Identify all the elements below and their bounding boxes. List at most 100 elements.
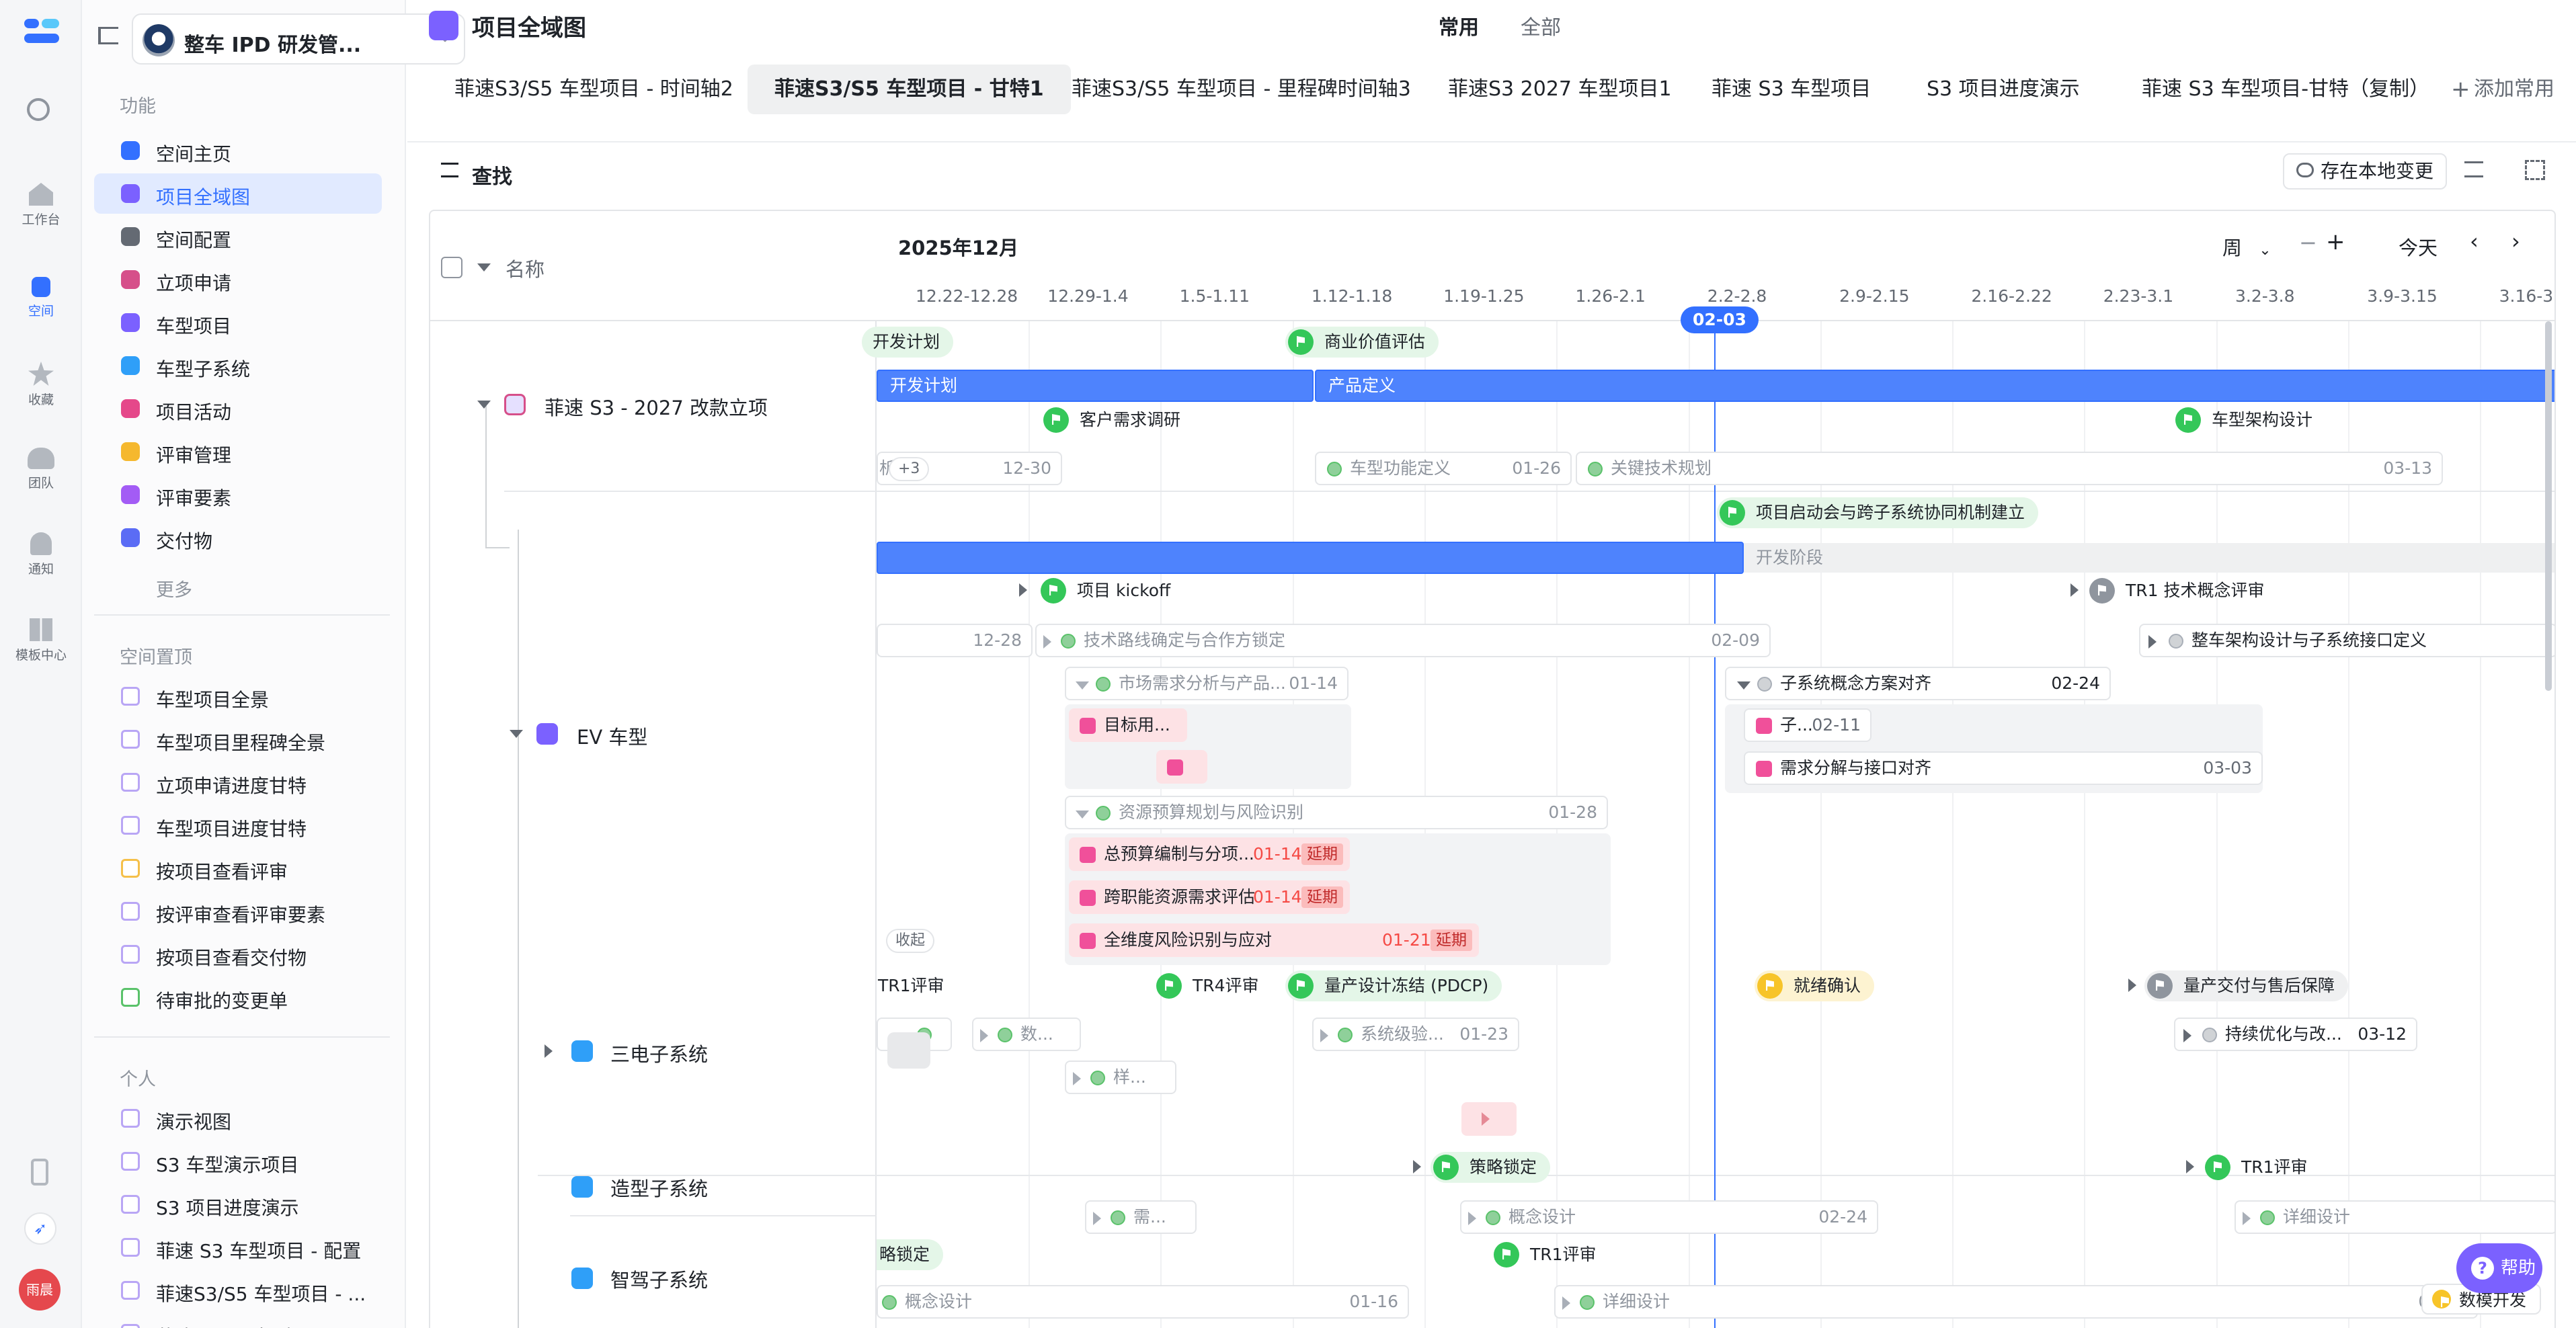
milestone[interactable]: 商业价值评估: [1285, 327, 1439, 358]
collapse-button[interactable]: 收起: [886, 929, 935, 953]
milestone[interactable]: 策略锁定: [1431, 1152, 1551, 1183]
pinned-item[interactable]: 车型项目进度甘特: [94, 805, 382, 845]
nav-review-mgmt[interactable]: 评审管理: [94, 431, 382, 472]
pinned-item[interactable]: 车型项目全景: [94, 676, 382, 716]
personal-item[interactable]: S3 车型演示项目: [94, 1141, 382, 1181]
app-logo[interactable]: [24, 19, 59, 46]
milestone[interactable]: 量产交付与售后保障: [2144, 970, 2349, 1001]
nav-project-activity[interactable]: 项目活动: [94, 388, 382, 429]
help-button[interactable]: 帮助: [2456, 1243, 2542, 1293]
nav-space-config[interactable]: 空间配置: [94, 216, 382, 257]
task-group[interactable]: 资源预算规划与风险识别 01-28: [1065, 796, 1608, 829]
zoom-in-icon[interactable]: +: [2326, 229, 2345, 255]
chevron-down-icon[interactable]: [510, 730, 523, 738]
nav-vehicle-project[interactable]: 车型项目: [94, 302, 382, 343]
task-bar[interactable]: 系统级验... 01-23: [1312, 1018, 1519, 1051]
pink-task[interactable]: [1461, 1102, 1517, 1136]
milestone[interactable]: TR1 技术概念评审: [2087, 575, 2278, 606]
personal-item[interactable]: 菲速S3/S5 车型项目 - ...: [94, 1270, 382, 1311]
milestone[interactable]: TR1评审: [877, 970, 958, 1001]
milestone[interactable]: 客户需求调研: [1041, 405, 1194, 435]
personal-item[interactable]: 演示视图: [94, 1098, 382, 1138]
milestone[interactable]: 车型架构设计: [2173, 405, 2326, 435]
pink-task[interactable]: 全维度风险识别与应对 01-21 延期: [1069, 923, 1479, 957]
pinned-item[interactable]: 按项目查看交付物: [94, 934, 382, 974]
rail-templates[interactable]: 模板中心: [0, 618, 82, 663]
milestone[interactable]: TR1评审: [1491, 1239, 1610, 1270]
more-tag[interactable]: +3: [889, 457, 930, 481]
milestone[interactable]: 项目启动会与跨子系统协同机制建立: [1717, 497, 2039, 528]
vertical-scrollbar[interactable]: [2545, 321, 2552, 691]
task-bar[interactable]: 需...: [1085, 1200, 1197, 1234]
split-icon[interactable]: [887, 1032, 930, 1069]
task-group[interactable]: 子系统概念方案对齐 02-24: [1725, 667, 2111, 700]
pink-task[interactable]: 目标用...: [1069, 708, 1187, 742]
task-bar[interactable]: 技术路线确定与合作方锁定 02-09: [1035, 624, 1771, 657]
task-bar[interactable]: 详细设计03-12: [1554, 1285, 2478, 1319]
more-link[interactable]: 更多: [156, 575, 192, 601]
phase-bar[interactable]: [877, 542, 1744, 574]
pinned-item[interactable]: 立项申请进度甘特: [94, 762, 382, 802]
task-bar[interactable]: 整车架构设计与子系统接口定义: [2139, 624, 2554, 657]
fullscreen-icon[interactable]: [2525, 160, 2545, 180]
rail-team[interactable]: 团队: [0, 448, 82, 491]
mobile-icon[interactable]: [31, 1159, 48, 1186]
save-local-changes-button[interactable]: 存在本地变更: [2283, 153, 2448, 190]
personal-item[interactable]: S3 项目进度演示: [94, 1184, 382, 1225]
view-tab[interactable]: 菲速S3/S5 车型项目 - 甘特1: [748, 65, 1071, 114]
view-tab[interactable]: 菲速 S3 车型项目-甘特（复制）: [2115, 65, 2456, 114]
next-icon[interactable]: ›: [2511, 229, 2520, 254]
pink-task[interactable]: 跨职能资源需求评估 01-14 延期: [1069, 880, 1350, 914]
view-tab[interactable]: 菲速S3/S5 车型项目 - 里程碑时间轴3: [1045, 65, 1438, 114]
phase-bar[interactable]: 开发阶段: [1744, 543, 2554, 573]
filter-icon[interactable]: [441, 163, 458, 177]
nav-vehicle-subsystem[interactable]: 车型子系统: [94, 345, 382, 386]
nav-review-elements[interactable]: 评审要素: [94, 474, 382, 515]
personal-item[interactable]: 菲速S3/S5 车型项目...: [94, 1313, 382, 1328]
milestone[interactable]: 开发计划: [862, 327, 954, 358]
milestone[interactable]: 略锁定: [877, 1239, 944, 1270]
pinned-item[interactable]: 按评审查看评审要素: [94, 891, 382, 931]
pinned-item[interactable]: 车型项目里程碑全景: [94, 719, 382, 759]
chevron-right-icon[interactable]: [545, 1044, 553, 1058]
avatar[interactable]: 雨晨: [19, 1269, 61, 1311]
rail-favorites[interactable]: 收藏: [0, 362, 82, 408]
chevron-right-icon[interactable]: [1413, 1160, 1421, 1173]
pink-task[interactable]: 子... 02-11: [1744, 708, 1871, 742]
nav-project-map[interactable]: 项目全域图: [94, 173, 382, 214]
pinned-item[interactable]: 待审批的变更单: [94, 977, 382, 1018]
phase-bar[interactable]: 产品定义: [1315, 370, 2554, 402]
pink-task[interactable]: 总预算编制与分项... 01-14 延期: [1069, 837, 1350, 871]
add-common-button[interactable]: + 添加常用: [2436, 65, 2576, 114]
task-bar[interactable]: 概念设计 02-24: [1460, 1200, 1878, 1234]
task-bar[interactable]: 关键技术规划 03-13: [1576, 452, 2443, 485]
nav-space-home[interactable]: 空间主页: [94, 130, 382, 171]
workspace-switcher[interactable]: 整车 IPD 研发管... ⇕: [132, 13, 465, 65]
chevron-down-icon[interactable]: [477, 401, 491, 409]
task-bar[interactable]: 持续优化与改... 03-12: [2174, 1018, 2417, 1051]
search-icon[interactable]: [27, 98, 50, 121]
task-bar[interactable]: 12-28: [877, 624, 1033, 657]
task-group[interactable]: 市场需求分析与产品... 01-14: [1065, 667, 1349, 700]
view-tab[interactable]: S3 项目进度演示: [1900, 65, 2107, 114]
view-tab[interactable]: 菲速S3 2027 车型项目1: [1421, 65, 1699, 114]
task-bar[interactable]: 样...: [1065, 1061, 1176, 1094]
rail-workbench[interactable]: 工作台: [0, 183, 82, 228]
task-bar[interactable]: 概念设计 01-16: [877, 1285, 1409, 1319]
view-tab[interactable]: 菲速 S3 车型项目: [1685, 65, 1898, 114]
nav-initiation[interactable]: 立项申请: [94, 259, 382, 300]
task-bar[interactable]: 详细设计: [2235, 1200, 2554, 1234]
milestone[interactable]: 量产设计冻结 (PDCP): [1285, 970, 1502, 1001]
collapse-sidebar-icon[interactable]: [98, 27, 118, 44]
select-all-checkbox[interactable]: [441, 257, 462, 278]
milestone[interactable]: 就绪确认: [1755, 970, 1875, 1001]
rail-space[interactable]: 空间: [0, 277, 82, 319]
milestone[interactable]: TR1评审: [2202, 1152, 2321, 1183]
row-name[interactable]: 智驾子系统: [610, 1265, 708, 1293]
scale-select[interactable]: 周 ⌄: [2222, 233, 2271, 261]
chevron-right-icon[interactable]: [1019, 583, 1027, 597]
prev-icon[interactable]: ‹: [2470, 229, 2479, 254]
task-bar[interactable]: 数...: [972, 1018, 1081, 1051]
chevron-right-icon[interactable]: [2128, 979, 2136, 992]
pink-task[interactable]: 需求分解与接口对齐 03-03: [1744, 751, 2263, 785]
